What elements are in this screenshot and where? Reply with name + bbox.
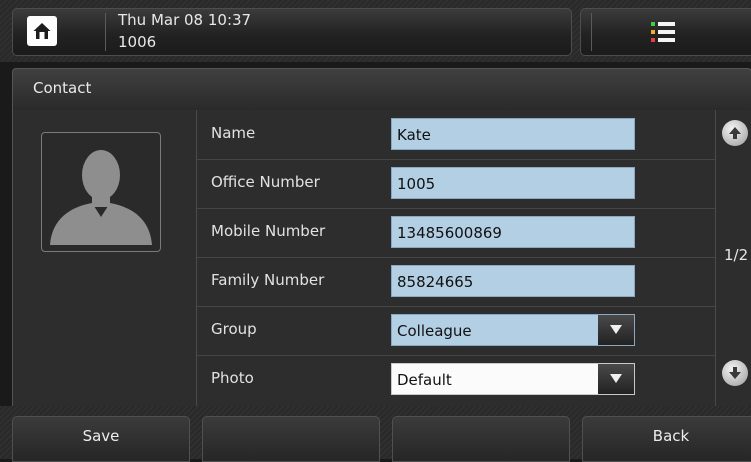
page-indicator: 1/2 bbox=[724, 246, 749, 264]
name-label: Name bbox=[211, 124, 256, 142]
status-panel: Thu Mar 08 10:37 1006 bbox=[12, 8, 572, 56]
form-row-photo: Photo Default bbox=[197, 355, 715, 404]
group-label: Group bbox=[211, 320, 257, 338]
family-number-field[interactable]: 85824665 bbox=[391, 265, 635, 297]
office-number-label: Office Number bbox=[211, 173, 320, 191]
softkey-bar: Save Back bbox=[0, 406, 751, 462]
office-number-field[interactable]: 1005 bbox=[391, 167, 635, 199]
dropdown-arrow-icon bbox=[610, 374, 622, 383]
name-field[interactable]: Kate bbox=[391, 118, 635, 150]
back-softkey[interactable]: Back bbox=[582, 416, 751, 462]
arrow-down-icon bbox=[729, 367, 741, 379]
softkey-3[interactable] bbox=[392, 416, 570, 462]
form-row-mobile-number: Mobile Number 13485600869 bbox=[197, 208, 715, 258]
save-softkey[interactable]: Save bbox=[12, 416, 190, 462]
photo-pane bbox=[13, 110, 197, 406]
account-extension: 1006 bbox=[118, 33, 157, 51]
page-scroller: 1/2 bbox=[715, 110, 751, 406]
divider bbox=[105, 13, 106, 51]
form-row-family-number: Family Number 85824665 bbox=[197, 257, 715, 307]
contact-avatar[interactable] bbox=[41, 132, 161, 252]
softkey-2[interactable] bbox=[202, 416, 380, 462]
menu-button[interactable] bbox=[649, 19, 677, 45]
photo-select[interactable]: Default bbox=[391, 363, 635, 395]
arrow-up-icon bbox=[729, 127, 741, 139]
date-time: Thu Mar 08 10:37 bbox=[118, 11, 252, 29]
home-button[interactable] bbox=[27, 16, 57, 46]
family-number-label: Family Number bbox=[211, 271, 325, 289]
page-title: Contact bbox=[33, 79, 92, 97]
form-row-office-number: Office Number 1005 bbox=[197, 159, 715, 209]
group-select[interactable]: Colleague bbox=[391, 314, 635, 346]
photo-value: Default bbox=[397, 371, 452, 389]
menu-panel bbox=[580, 8, 751, 56]
home-icon bbox=[33, 23, 51, 39]
photo-dropdown-button[interactable] bbox=[598, 364, 634, 394]
mobile-number-label: Mobile Number bbox=[211, 222, 326, 240]
mobile-number-field[interactable]: 13485600869 bbox=[391, 216, 635, 248]
group-dropdown-button[interactable] bbox=[598, 315, 634, 345]
status-bar: Thu Mar 08 10:37 1006 bbox=[0, 0, 751, 62]
page-up-button[interactable] bbox=[722, 120, 748, 146]
title-bar: Contact bbox=[12, 68, 751, 110]
person-silhouette-icon bbox=[50, 150, 152, 245]
list-menu-icon bbox=[651, 22, 675, 42]
page-down-button[interactable] bbox=[722, 360, 748, 386]
group-value: Colleague bbox=[397, 322, 472, 340]
form-row-group: Group Colleague bbox=[197, 306, 715, 356]
dropdown-arrow-icon bbox=[610, 325, 622, 334]
form-row-name: Name Kate bbox=[197, 110, 715, 160]
contact-form: Name Kate Office Number 1005 Mobile Numb… bbox=[197, 110, 715, 406]
contact-editor: Name Kate Office Number 1005 Mobile Numb… bbox=[12, 110, 751, 406]
photo-label: Photo bbox=[211, 369, 254, 387]
divider bbox=[591, 13, 592, 51]
